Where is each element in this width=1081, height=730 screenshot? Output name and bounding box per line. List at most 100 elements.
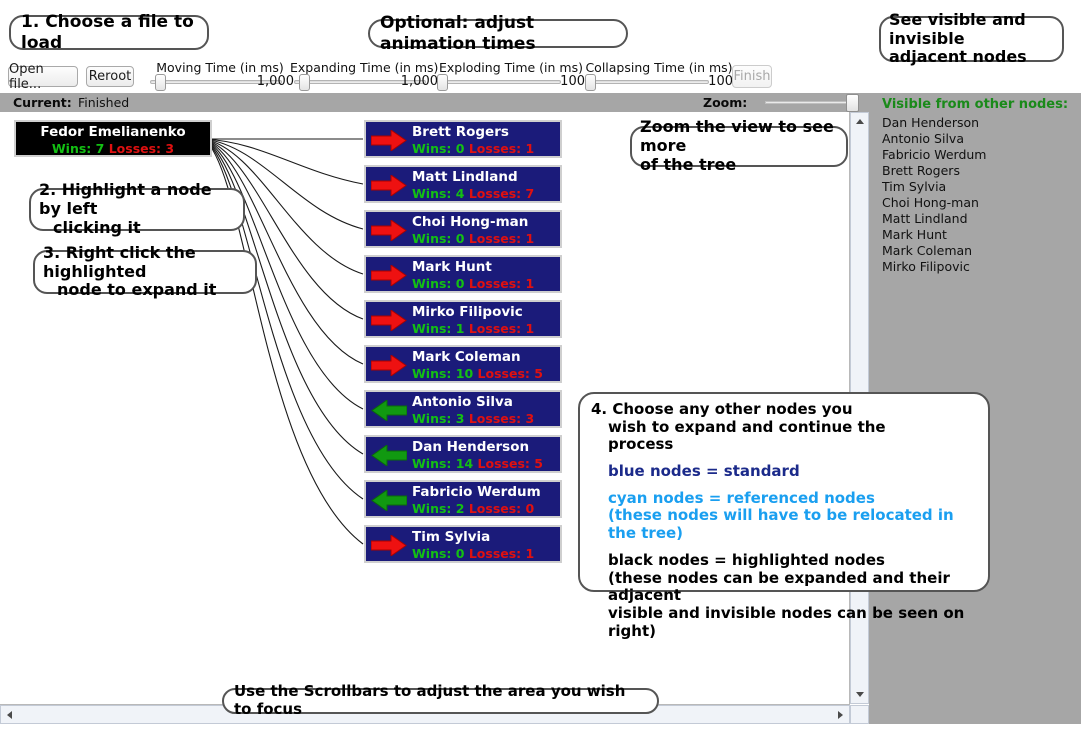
zoom-slider-thumb[interactable] [846,94,859,112]
legend-blue-nodes: blue nodes = standard [608,462,800,481]
callout-steps-line1: 4. Choose any other nodes you [591,400,853,418]
open-file-button[interactable]: Open file... [8,62,78,92]
finish-button[interactable]: Finish [732,65,772,88]
tree-node-stats: Wins: 2 Losses: 0 [412,501,534,516]
adjacent-nodes-list: Dan Henderson Antonio Silva Fabricio Wer… [882,115,1078,275]
tree-node-root-wins: Wins: 7 [51,141,105,156]
callout-choose-file: 1. Choose a file to load [9,12,209,53]
reroot-button[interactable]: Reroot [86,66,134,87]
tree-node[interactable]: Mirko Filipovic Wins: 1 Losses: 1 [364,300,562,338]
tree-node-wins: Wins: 0 [412,276,465,291]
adjacent-nodes-panel-title: Visible from other nodes: [882,97,1069,112]
tree-node-losses: Losses: 1 [468,546,535,561]
tree-node-stats: Wins: 4 Losses: 7 [412,186,534,201]
callout-scrollbars: Use the Scrollbars to adjust the area yo… [222,682,659,718]
callout-highlight-line1: 2. Highlight a node by left [39,180,212,219]
list-item[interactable]: Mark Coleman [882,243,1078,259]
callout-rightclick-line2: node to expand it [57,280,217,300]
scroll-up-arrow-icon[interactable] [856,119,864,124]
tree-node[interactable]: Dan Henderson Wins: 14 Losses: 5 [364,435,562,473]
bottom-filler [0,724,1081,730]
moving-time-value: 1,000 [256,74,294,89]
tree-node[interactable]: Matt Lindland Wins: 4 Losses: 7 [364,165,562,203]
tree-node-stats: Wins: 0 Losses: 1 [412,546,534,561]
callout-adjacent-nodes-line2: adjacent nodes [889,47,1027,67]
tree-node[interactable]: Mark Coleman Wins: 10 Losses: 5 [364,345,562,383]
list-item[interactable]: Mirko Filipovic [882,259,1078,275]
tree-node-stats: Wins: 0 Losses: 1 [412,231,534,246]
tree-node-stats: Wins: 0 Losses: 1 [412,141,534,156]
scroll-right-arrow-icon[interactable] [838,711,843,719]
red-right-arrow-icon [370,264,407,287]
moving-time-label: Moving Time (in ms) [156,60,284,75]
list-item[interactable]: Antonio Silva [882,131,1078,147]
list-item[interactable]: Tim Sylvia [882,179,1078,195]
tree-node-name: Mark Hunt [412,259,492,275]
moving-time-thumb[interactable] [155,74,166,91]
tree-node[interactable]: Choi Hong-man Wins: 0 Losses: 1 [364,210,562,248]
tree-node-losses: Losses: 1 [468,231,535,246]
list-item[interactable]: Brett Rogers [882,163,1078,179]
red-right-arrow-icon [370,309,407,332]
collapsing-time-label: Collapsing Time (in ms) [585,60,733,75]
tree-node-name: Matt Lindland [412,169,518,185]
tree-node-wins: Wins: 0 [412,231,465,246]
callout-steps-line3: process [608,435,674,454]
tree-node-name: Antonio Silva [412,394,513,410]
tree-node-name: Choi Hong-man [412,214,529,230]
tree-node-wins: Wins: 14 [412,456,474,471]
tree-node-name: Tim Sylvia [412,529,491,545]
callout-zoom-view: Zoom the view to see more of the tree [630,117,848,174]
tree-node-losses: Losses: 0 [468,501,535,516]
tree-node[interactable]: Fabricio Werdum Wins: 2 Losses: 0 [364,480,562,518]
callout-highlight-line2: clicking it [53,217,141,237]
callout-adjacent-nodes-line1: See visible and invisible [889,9,1026,48]
callout-animation-times-text: Optional: adjust animation times [380,13,536,54]
callout-choose-file-text: 1. Choose a file to load [21,12,194,53]
tree-node-root[interactable]: Fedor Emelianenko Wins: 7 Losses: 3 [14,120,212,157]
callout-zoomview-line1: Zoom the view to see more [640,117,834,156]
legend-black-nodes-line2: (these nodes can be expanded and their a… [608,568,950,605]
tree-node[interactable]: Mark Hunt Wins: 0 Losses: 1 [364,255,562,293]
list-item[interactable]: Fabricio Werdum [882,147,1078,163]
callout-animation-times: Optional: adjust animation times [368,13,628,54]
list-item[interactable]: Matt Lindland [882,211,1078,227]
scroll-left-arrow-icon[interactable] [7,711,12,719]
tree-node[interactable]: Brett Rogers Wins: 0 Losses: 1 [364,120,562,158]
callout-right-click-expand: 3. Right click the highlighted node to e… [33,243,257,299]
list-item[interactable]: Choi Hong-man [882,195,1078,211]
tree-node-name: Brett Rogers [412,124,509,140]
tree-node-wins: Wins: 2 [412,501,465,516]
callout-adjacent-nodes: See visible and invisible adjacent nodes [879,10,1064,66]
exploding-time-value: 100 [560,74,585,89]
collapsing-time-value: 100 [708,74,733,89]
tree-node-name: Dan Henderson [412,439,530,455]
red-right-arrow-icon [370,174,407,197]
callout-steps-legend: 4. Choose any other nodes you wish to ex… [578,392,990,640]
tree-node-name: Mirko Filipovic [412,304,523,320]
tree-node-root-stats: Wins: 7 Losses: 3 [16,141,210,156]
tree-node-losses: Losses: 1 [468,321,535,336]
tree-node[interactable]: Tim Sylvia Wins: 0 Losses: 1 [364,525,562,563]
collapsing-time-thumb[interactable] [585,74,596,91]
tree-node-root-name: Fedor Emelianenko [40,124,186,140]
green-left-arrow-icon [371,444,408,467]
application-window: 1. Choose a file to load Optional: adjus… [0,0,1081,730]
scrollbar-corner [850,705,869,724]
tree-node-wins: Wins: 0 [412,546,465,561]
tree-node[interactable]: Antonio Silva Wins: 3 Losses: 3 [364,390,562,428]
callout-zoomview-line2: of the tree [640,154,737,174]
scroll-down-arrow-icon[interactable] [856,692,864,697]
tree-node-wins: Wins: 4 [412,186,465,201]
tree-node-losses: Losses: 7 [468,186,535,201]
expanding-time-label: Expanding Time (in ms) [290,60,439,75]
expanding-time-thumb[interactable] [299,74,310,91]
exploding-time-thumb[interactable] [437,74,448,91]
tree-node-stats: Wins: 1 Losses: 1 [412,321,534,336]
zoom-slider-track[interactable] [765,101,857,104]
tree-node-wins: Wins: 10 [412,366,474,381]
tree-node-stats: Wins: 10 Losses: 5 [412,366,543,381]
red-right-arrow-icon [370,354,407,377]
list-item[interactable]: Mark Hunt [882,227,1078,243]
list-item[interactable]: Dan Henderson [882,115,1078,131]
